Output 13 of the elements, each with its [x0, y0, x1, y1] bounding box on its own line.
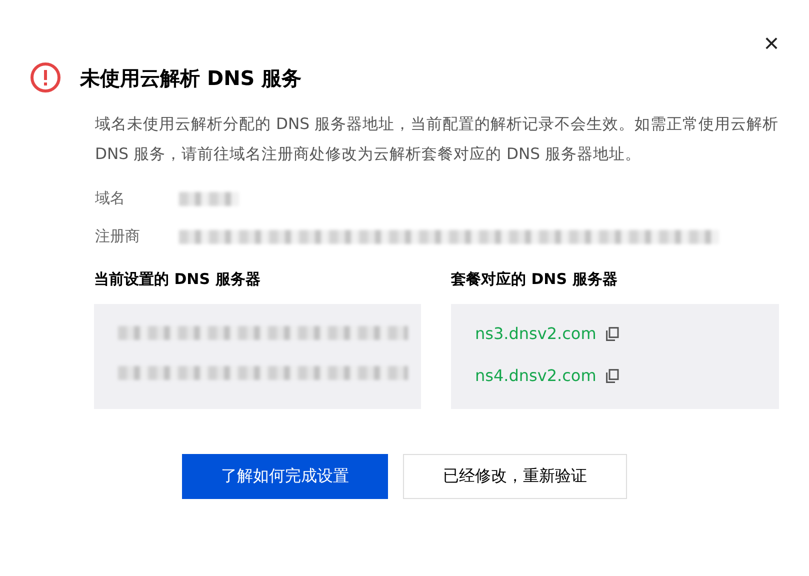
- section-heading: 当前设置的 DNS 服务器: [94, 269, 262, 290]
- description-text: 域名未使用云解析分配的 DNS 服务器地址，当前配置的解析记录不会生效。如需正常使用云解析 DNS 服务，请前往域名注册商处修改为云解析套餐对应的 DNS 服务器地址。: [95, 114, 780, 165]
- dialog-title: 未使用云解析 DNS 服务: [80, 64, 302, 92]
- field-label: 域名: [95, 189, 126, 208]
- guide-button[interactable]: 了解如何完成设置: [182, 454, 388, 499]
- section-heading: 套餐对应的 DNS 服务器: [451, 269, 618, 290]
- copy-icon[interactable]: [606, 327, 620, 341]
- verify-button[interactable]: 已经修改，重新验证: [403, 454, 627, 499]
- alert-icon: [30, 62, 61, 93]
- copy-icon[interactable]: [606, 369, 620, 383]
- redacted-value: [179, 192, 239, 206]
- close-button[interactable]: ×: [764, 30, 779, 56]
- field-label: 注册商: [95, 227, 141, 246]
